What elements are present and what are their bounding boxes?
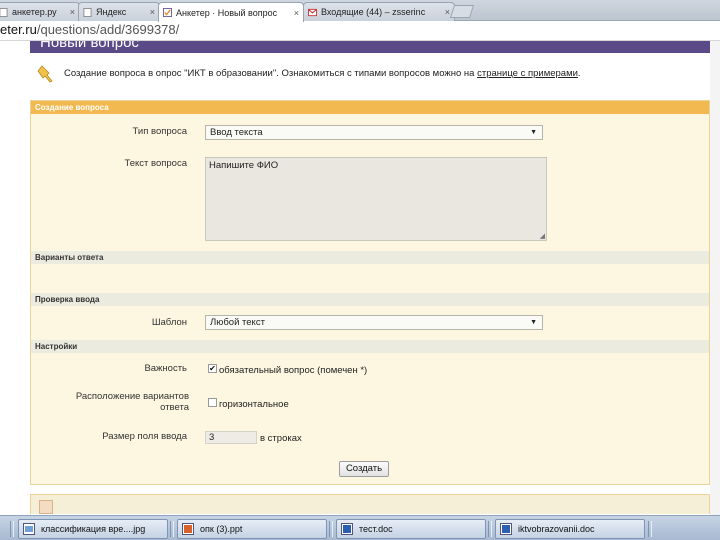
required-question-checkbox[interactable]: ✔ <box>208 364 217 373</box>
question-type-label: Тип вопроса <box>132 126 187 137</box>
url-path: /questions/add/3699378/ <box>36 22 180 37</box>
tab-title: анкетер.ру <box>12 7 57 17</box>
taskbar-grip[interactable] <box>648 521 652 537</box>
question-text-value: Напишите ФИО <box>209 160 279 171</box>
answer-layout-label-line1: Расположение вариантов <box>75 391 189 402</box>
answer-layout-label-line2: ответа <box>160 402 189 413</box>
intro-notice: Создание вопроса в опрос "ИКТ в образова… <box>30 60 710 90</box>
dropdown-arrow-icon: ▼ <box>530 129 537 136</box>
field-size-unit: в строках <box>260 433 302 444</box>
page-title: Новый вопрос <box>40 41 139 51</box>
close-icon[interactable]: × <box>445 7 450 17</box>
taskbar-grip[interactable] <box>488 521 492 537</box>
intro-description: Создание вопроса в опрос "ИКТ в образова… <box>64 68 478 79</box>
taskbar-grip[interactable] <box>329 521 333 537</box>
taskbar-grip[interactable] <box>170 521 174 537</box>
required-question-text: обязательный вопрос (помечен *) <box>219 365 368 376</box>
horizontal-layout-text: горизонтальное <box>219 399 289 410</box>
taskbar-item-doc-2[interactable]: iktvobrazovanii.doc <box>495 519 645 539</box>
answer-layout-label: Расположение вариантов ответа <box>51 391 189 413</box>
importance-label: Важность <box>144 363 187 374</box>
panel-icon <box>39 500 53 514</box>
close-icon[interactable]: × <box>70 7 75 17</box>
intro-text: Создание вопроса в опрос "ИКТ в образова… <box>64 68 581 79</box>
tab-title: Анкетер · Новый вопрос <box>176 7 278 18</box>
taskbar-grip[interactable] <box>10 521 14 537</box>
examples-link[interactable]: странице с примерами <box>477 68 578 79</box>
horizontal-layout-checkbox[interactable] <box>208 398 217 407</box>
address-bar[interactable]: eter.ru/questions/add/3699378/ <box>0 21 720 41</box>
section-settings: Настройки <box>31 340 709 353</box>
url-domain: eter.ru <box>0 22 37 37</box>
section-answer-options: Варианты ответа <box>31 251 709 264</box>
next-panel <box>30 494 710 514</box>
taskbar-item-title: тест.doc <box>359 524 393 534</box>
tab-title: Входящие (44) – zsserinc <box>321 7 426 17</box>
browser-tab-1[interactable]: анкетер.ру × <box>0 2 80 21</box>
page-icon <box>0 7 8 17</box>
anketer-icon <box>163 8 172 17</box>
taskbar-item-title: iktvobrazovanii.doc <box>518 524 595 534</box>
page-header: Новый вопрос <box>30 41 710 53</box>
question-text-field[interactable]: Напишите ФИО ◢ <box>205 157 547 241</box>
template-label: Шаблон <box>151 317 187 328</box>
pushpin-icon <box>37 65 53 83</box>
question-form: Создание вопроса Тип вопроса Ввод текста… <box>30 100 710 485</box>
word-doc-icon <box>341 523 353 535</box>
taskbar-item-doc[interactable]: тест.doc <box>336 519 486 539</box>
taskbar-item-ppt[interactable]: опк (3).ppt <box>177 519 327 539</box>
template-value: Любой текст <box>210 317 265 328</box>
field-size-input[interactable]: 3 <box>205 431 257 444</box>
browser-tab-4[interactable]: Входящие (44) – zsserinc × <box>303 2 455 21</box>
browser-tab-2[interactable]: Яндекс × <box>78 2 160 21</box>
image-file-icon <box>23 523 35 535</box>
question-text-label: Текст вопроса <box>124 158 187 169</box>
field-size-label: Размер поля ввода <box>102 431 187 442</box>
gmail-icon <box>308 8 317 16</box>
browser-tab-strip: анкетер.ру × Яндекс × Анкетер · Новый во… <box>0 0 720 22</box>
dropdown-arrow-icon: ▼ <box>530 319 537 326</box>
page-icon <box>83 7 92 17</box>
create-button[interactable]: Создать <box>339 461 389 477</box>
question-type-select[interactable]: Ввод текста ▼ <box>205 125 543 140</box>
taskbar-item-title: опк (3).ppt <box>200 524 243 534</box>
question-type-value: Ввод текста <box>210 127 263 138</box>
taskbar-item-jpg[interactable]: классификация вре....jpg <box>18 519 168 539</box>
url-text[interactable]: eter.ru/questions/add/3699378/ <box>0 22 179 37</box>
taskbar-item-title: классификация вре....jpg <box>41 524 146 534</box>
os-taskbar: классификация вре....jpg опк (3).ppt тес… <box>0 515 720 540</box>
section-input-validation: Проверка ввода <box>31 293 709 306</box>
resize-grip-icon[interactable]: ◢ <box>540 232 545 240</box>
word-doc-icon <box>500 523 512 535</box>
template-select[interactable]: Любой текст ▼ <box>205 315 543 330</box>
section-create-question: Создание вопроса <box>31 101 709 114</box>
close-icon[interactable]: × <box>294 8 299 18</box>
close-icon[interactable]: × <box>150 7 155 17</box>
browser-tab-active[interactable]: Анкетер · Новый вопрос × <box>158 2 304 22</box>
tab-title: Яндекс <box>96 7 127 17</box>
page-side-gutter <box>710 41 720 515</box>
new-tab-button[interactable] <box>449 5 475 18</box>
powerpoint-icon <box>182 523 194 535</box>
intro-end: . <box>577 68 581 79</box>
